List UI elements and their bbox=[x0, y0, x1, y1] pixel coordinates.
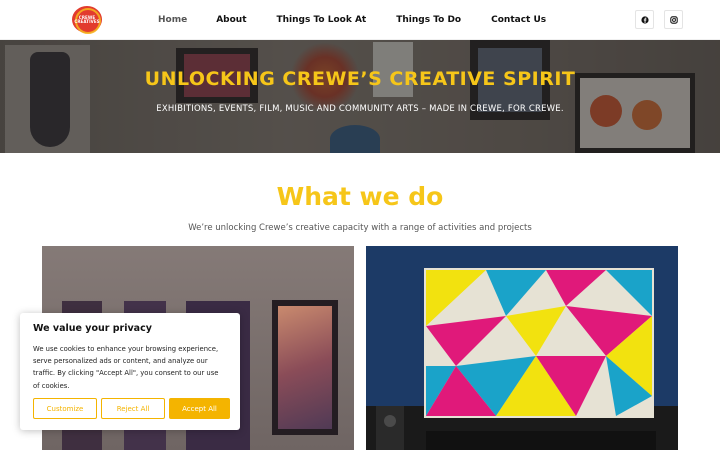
nav-things-to-look-at[interactable]: Things To Look At bbox=[277, 15, 367, 25]
section-title: What we do bbox=[276, 182, 444, 211]
geometric-canvas bbox=[424, 268, 654, 418]
hero-subtitle: EXHIBITIONS, EVENTS, FILM, MUSIC AND COM… bbox=[156, 104, 564, 114]
hero-overlay bbox=[0, 40, 720, 153]
nav-home[interactable]: Home bbox=[158, 15, 187, 25]
geometric-art-image-card[interactable] bbox=[366, 246, 678, 450]
facebook-icon[interactable] bbox=[635, 10, 654, 29]
nav-contact-us[interactable]: Contact Us bbox=[491, 15, 546, 25]
reject-all-button[interactable]: Reject All bbox=[101, 398, 165, 419]
section-subtitle: We’re unlocking Crewe’s creative capacit… bbox=[188, 223, 532, 233]
accept-all-button[interactable]: Accept All bbox=[169, 398, 230, 419]
logo-text: CREWE CREATIVES bbox=[74, 14, 100, 24]
site-logo[interactable]: CREWE CREATIVES bbox=[72, 6, 102, 34]
nav-about[interactable]: About bbox=[216, 15, 246, 25]
cookie-consent-banner: We value your privacy We use cookies to … bbox=[20, 313, 240, 430]
hero-title: UNLOCKING CREWE’S CREATIVE SPIRIT bbox=[144, 68, 576, 90]
main-nav: Home About Things To Look At Things To D… bbox=[158, 0, 576, 40]
nav-things-to-do[interactable]: Things To Do bbox=[396, 15, 461, 25]
cookie-buttons: Customize Reject All Accept All bbox=[33, 398, 234, 419]
hero-banner: UNLOCKING CREWE’S CREATIVE SPIRIT EXHIBI… bbox=[0, 40, 720, 153]
instagram-icon[interactable] bbox=[664, 10, 683, 29]
portrait-painting bbox=[278, 306, 332, 429]
site-header: CREWE CREATIVES Home About Things To Loo… bbox=[0, 0, 720, 40]
customize-button[interactable]: Customize bbox=[33, 398, 97, 419]
geometric-art-photo bbox=[366, 246, 678, 450]
cookie-text: We use cookies to enhance your browsing … bbox=[33, 345, 219, 390]
cookie-title: We value your privacy bbox=[33, 323, 152, 334]
